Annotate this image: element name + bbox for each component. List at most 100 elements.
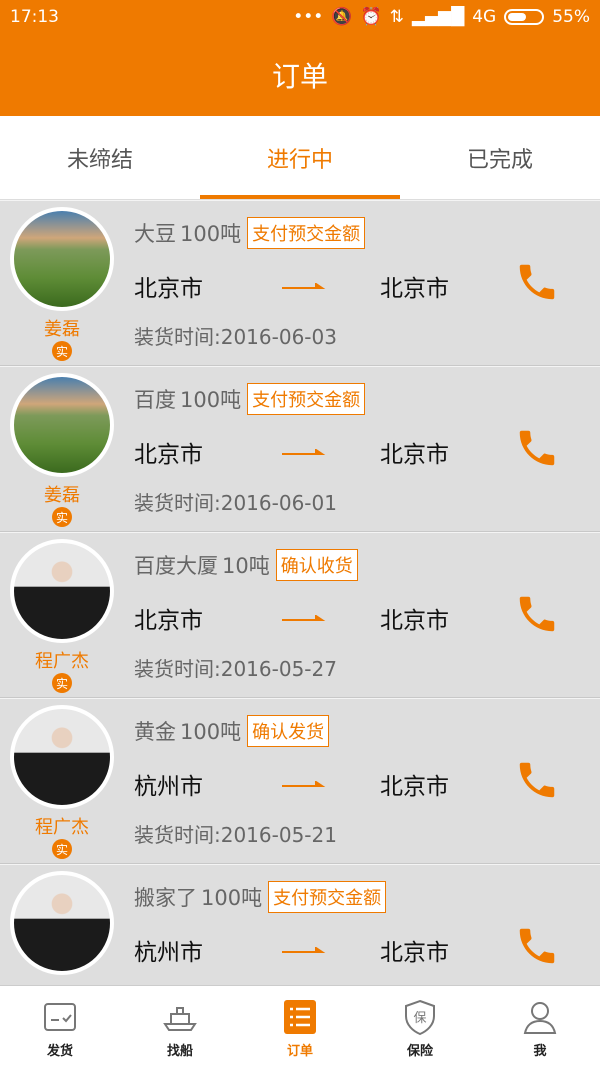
tab-label: 已完成 xyxy=(466,147,533,173)
page-title: 订单 xyxy=(271,60,328,93)
origin-city: 杭州市 xyxy=(134,940,203,966)
cargo-line: 大豆 100吨 支付预交金额 xyxy=(134,217,366,249)
network-type: 4G xyxy=(472,7,497,27)
cargo-line: 百度大厦 10吨 确认收货 xyxy=(134,549,358,581)
nav-orders[interactable]: 订单 xyxy=(240,986,360,1067)
user-name: 程广杰 xyxy=(35,817,89,838)
cargo-line: 搬家了 100吨 支付预交金额 xyxy=(134,881,387,913)
tab-in-progress[interactable]: 进行中 xyxy=(200,116,400,199)
origin-city: 杭州市 xyxy=(134,774,203,800)
destination-city: 北京市 xyxy=(380,940,449,966)
destination-city: 北京市 xyxy=(380,442,449,468)
status-bar: 17:13 ••• 🔕 ⏰ ⇅ ▂▄▆█ 4G 55% xyxy=(0,0,600,34)
nav-label: 发货 xyxy=(46,1044,73,1059)
user-name: 姜磊 xyxy=(44,485,80,506)
verified-badge: 实 xyxy=(52,673,72,693)
cargo-name: 大豆 xyxy=(134,222,176,246)
destination-city: 北京市 xyxy=(380,774,449,800)
nav-label: 订单 xyxy=(286,1044,313,1059)
tab-label: 未缔结 xyxy=(66,147,133,173)
battery-icon xyxy=(504,9,545,25)
route-arrow-icon xyxy=(282,283,326,289)
action-button[interactable]: 支付预交金额 xyxy=(268,881,387,913)
cargo-name: 搬家了 xyxy=(134,886,197,910)
route-arrow-icon xyxy=(282,947,326,953)
origin-city: 北京市 xyxy=(134,276,203,302)
avatar xyxy=(10,871,114,975)
order-tabs: 未缔结 进行中 已完成 xyxy=(0,116,600,200)
cargo-weight: 100吨 xyxy=(180,388,242,412)
phone-icon[interactable] xyxy=(514,923,560,969)
route-arrow-icon xyxy=(282,781,326,787)
verified-badge: 实 xyxy=(52,507,72,527)
phone-icon[interactable] xyxy=(514,425,560,471)
tab-label: 进行中 xyxy=(266,147,333,173)
order-card[interactable]: 程广杰 实 百度大厦 10吨 确认收货 北京市 北京市 装货时间:2016-05… xyxy=(0,532,600,698)
cargo-weight: 10吨 xyxy=(222,554,270,578)
user-icon xyxy=(523,1002,557,1034)
phone-icon[interactable] xyxy=(514,757,560,803)
route-arrow-icon xyxy=(282,449,326,455)
title-bar: 订单 xyxy=(0,34,600,116)
ship-goods-icon xyxy=(44,1003,76,1031)
tab-completed[interactable]: 已完成 xyxy=(400,116,600,199)
nav-ship-goods[interactable]: 发货 xyxy=(0,986,120,1067)
user-name: 程广杰 xyxy=(35,651,89,672)
nav-label: 保险 xyxy=(406,1044,433,1059)
cargo-weight: 100吨 xyxy=(180,222,242,246)
action-button[interactable]: 支付预交金额 xyxy=(247,383,366,415)
phone-icon[interactable] xyxy=(514,591,560,637)
destination-city: 北京市 xyxy=(380,276,449,302)
action-button[interactable]: 支付预交金额 xyxy=(247,217,366,249)
avatar xyxy=(10,539,114,643)
tab-unconcluded[interactable]: 未缔结 xyxy=(0,116,200,199)
cargo-line: 百度 100吨 支付预交金额 xyxy=(134,383,366,415)
avatar xyxy=(10,207,114,311)
origin-city: 北京市 xyxy=(134,608,203,634)
order-card[interactable]: 姜磊 实 百度 100吨 支付预交金额 北京市 北京市 装货时间:2016-06… xyxy=(0,366,600,532)
cargo-name: 百度 xyxy=(134,388,176,412)
cargo-name: 百度大厦 xyxy=(134,554,218,578)
more-dots-icon: ••• xyxy=(293,7,324,27)
avatar xyxy=(10,705,114,809)
bottom-nav: 发货 找船 订单 保 保险 我 xyxy=(0,985,600,1067)
cargo-name: 黄金 xyxy=(134,720,176,744)
destination-city: 北京市 xyxy=(380,608,449,634)
cargo-weight: 100吨 xyxy=(201,886,263,910)
alarm-icon: ⏰ xyxy=(360,7,382,27)
verified-badge: 实 xyxy=(52,839,72,859)
mute-icon: 🔕 xyxy=(331,7,353,27)
loading-date: 装货时间:2016-05-27 xyxy=(134,657,337,681)
order-list[interactable]: 姜磊 实 大豆 100吨 支付预交金额 北京市 北京市 装货时间:2016-06… xyxy=(0,200,600,985)
signal-icon: ▂▄▆█ xyxy=(411,7,465,27)
svg-text:保: 保 xyxy=(413,1011,426,1026)
loading-date: 装货时间:2016-05-21 xyxy=(134,823,337,847)
route-arrow-icon xyxy=(282,615,326,621)
status-time: 17:13 xyxy=(10,7,59,27)
data-arrows-icon: ⇅ xyxy=(389,7,404,27)
nav-insurance[interactable]: 保 保险 xyxy=(360,986,480,1067)
loading-date: 装货时间:2016-06-03 xyxy=(134,325,337,349)
cargo-line: 黄金 100吨 确认发货 xyxy=(134,715,330,747)
phone-icon[interactable] xyxy=(514,259,560,305)
order-card[interactable]: 姜磊 实 大豆 100吨 支付预交金额 北京市 北京市 装货时间:2016-06… xyxy=(0,200,600,366)
status-icons: ••• 🔕 ⏰ ⇅ ▂▄▆█ 4G 55% xyxy=(293,7,590,27)
user-name: 姜磊 xyxy=(44,319,80,340)
nav-label: 我 xyxy=(533,1044,547,1059)
action-button[interactable]: 确认收货 xyxy=(275,549,358,581)
nav-me[interactable]: 我 xyxy=(480,986,600,1067)
order-card[interactable]: 程广杰 实 黄金 100吨 确认发货 杭州市 北京市 装货时间:2016-05-… xyxy=(0,698,600,864)
boat-icon xyxy=(163,1007,197,1031)
battery-percent: 55% xyxy=(552,7,590,27)
order-list-icon xyxy=(284,1000,316,1034)
action-button[interactable]: 确认发货 xyxy=(247,715,330,747)
insurance-shield-icon: 保 xyxy=(405,999,435,1036)
order-card[interactable]: 搬家了 100吨 支付预交金额 杭州市 北京市 xyxy=(0,864,600,985)
verified-badge: 实 xyxy=(52,341,72,361)
cargo-weight: 100吨 xyxy=(180,720,242,744)
origin-city: 北京市 xyxy=(134,442,203,468)
avatar xyxy=(10,373,114,477)
nav-find-boat[interactable]: 找船 xyxy=(120,986,240,1067)
loading-date: 装货时间:2016-06-01 xyxy=(134,491,337,515)
nav-label: 找船 xyxy=(166,1044,193,1059)
